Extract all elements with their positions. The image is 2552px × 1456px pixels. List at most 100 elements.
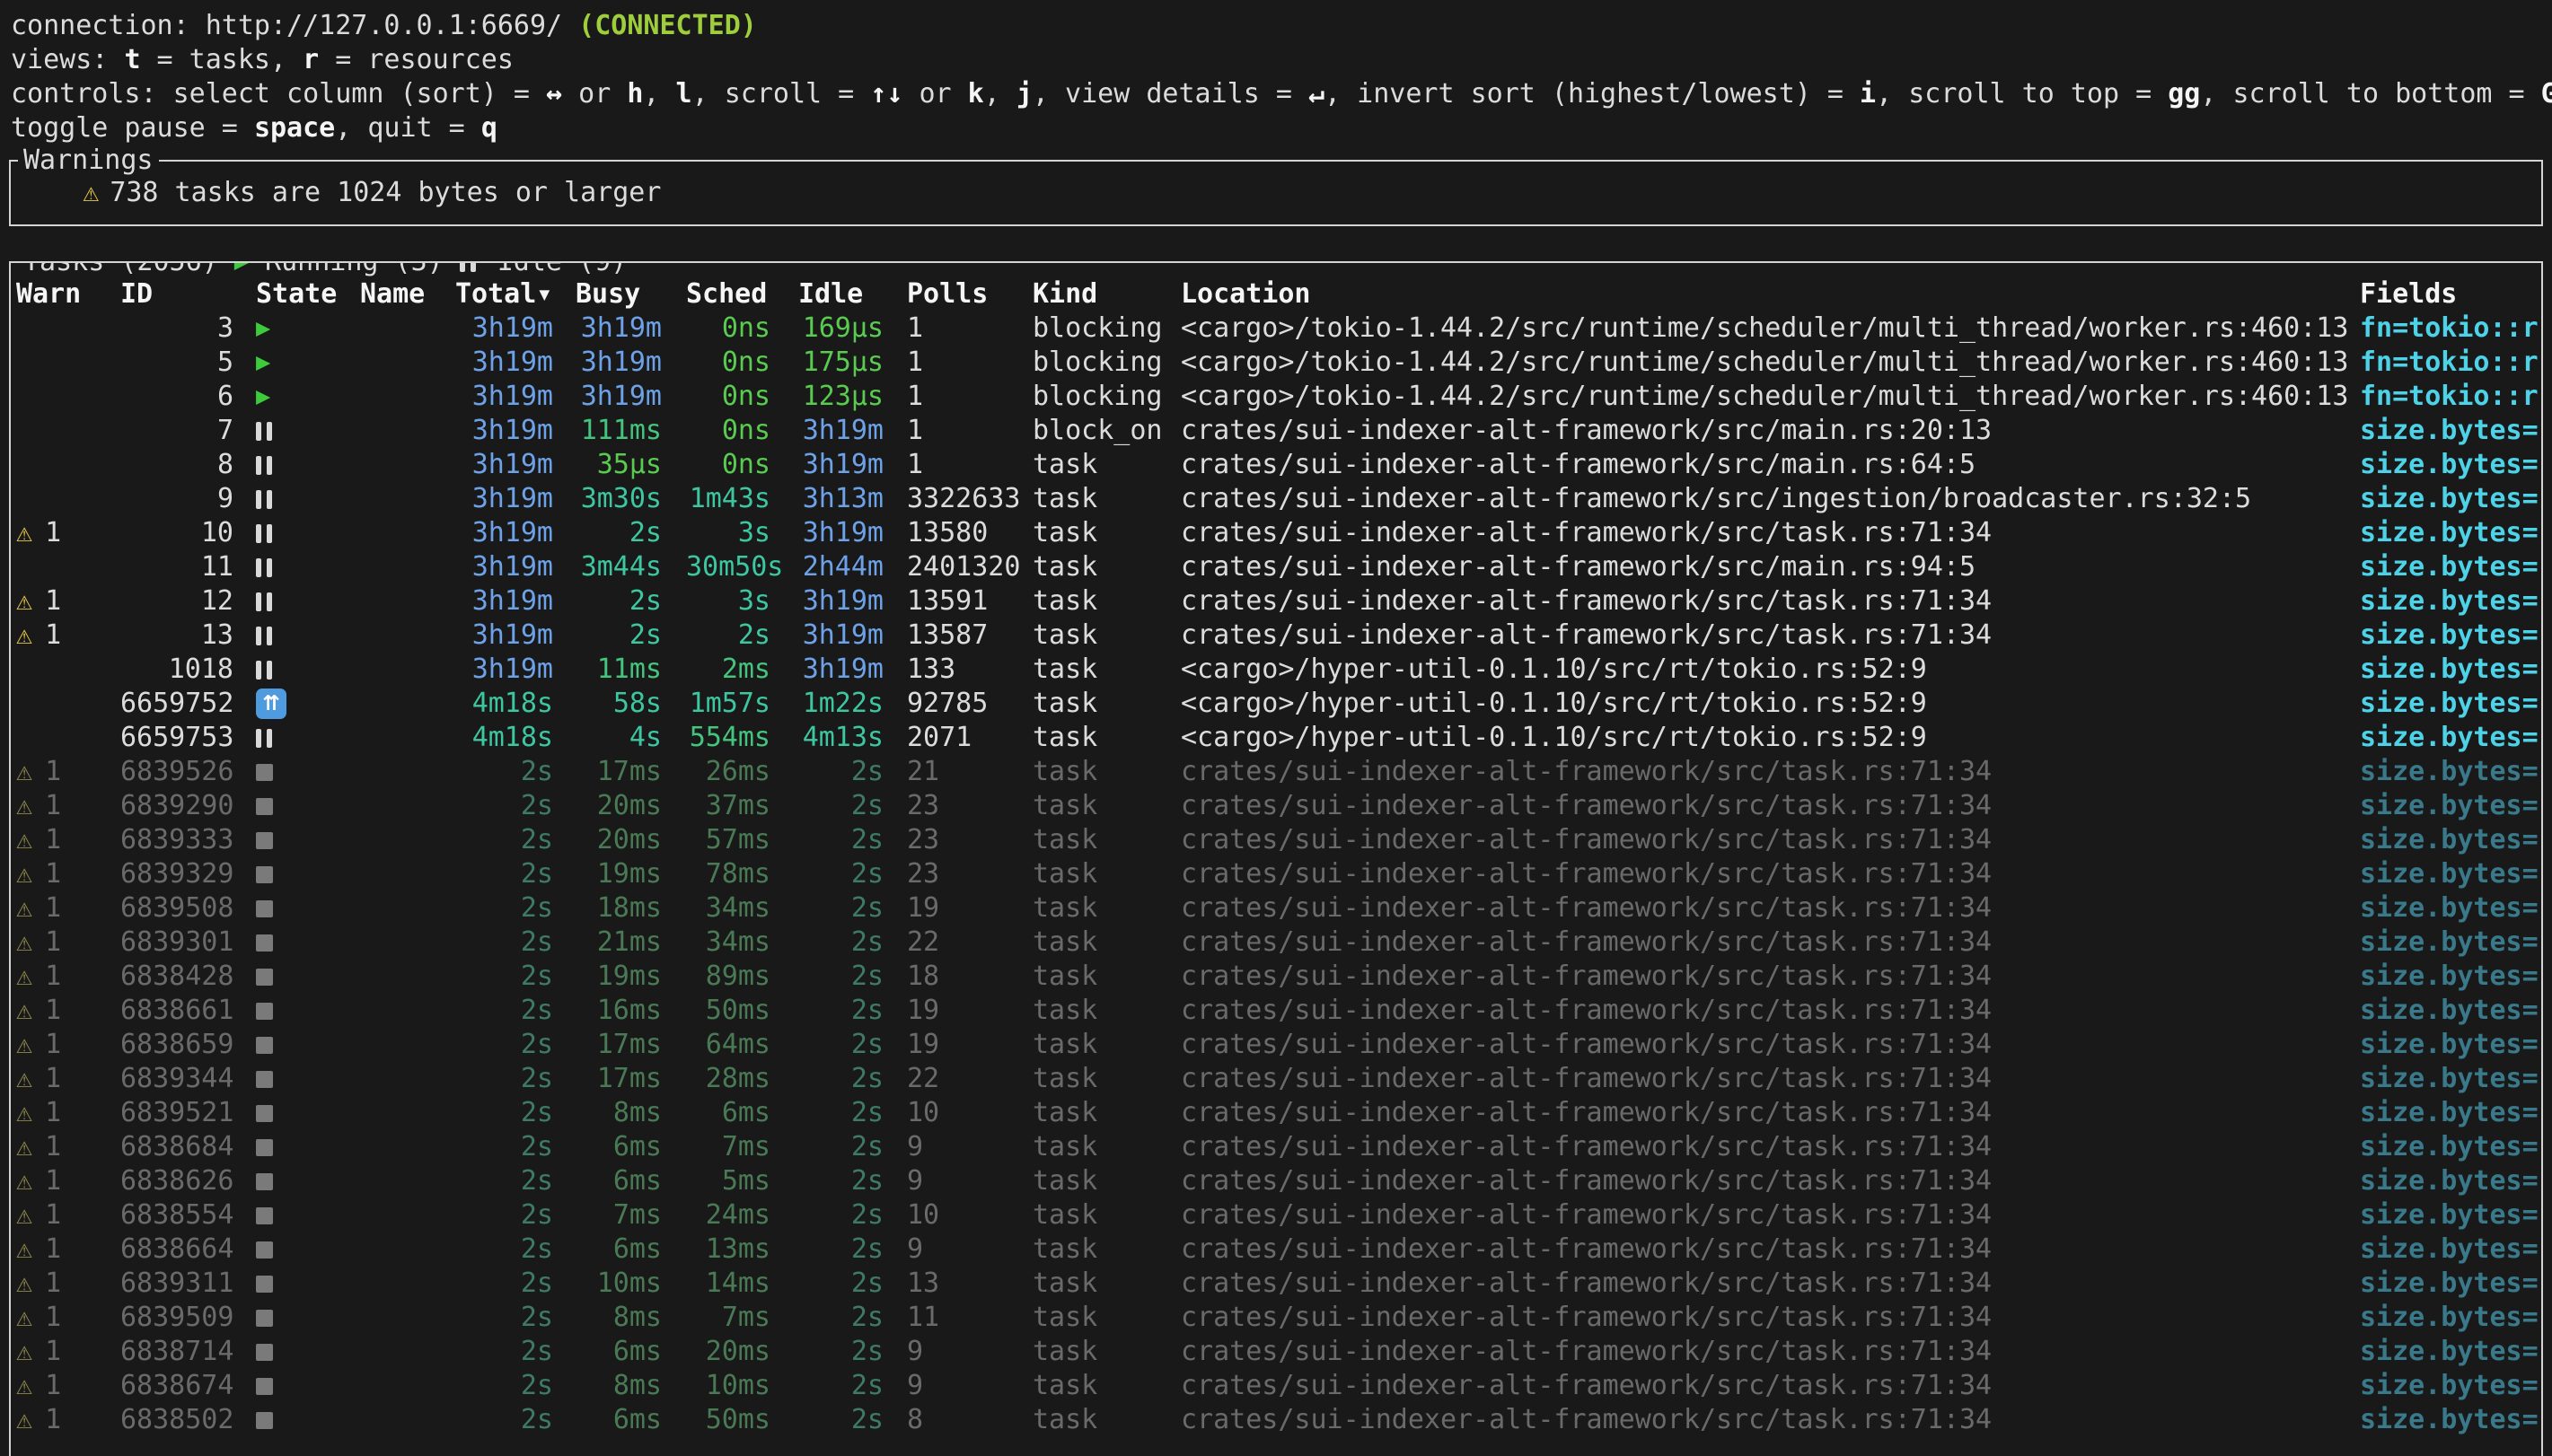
cell-total: 3h19m bbox=[455, 311, 576, 346]
cell-total: 2s bbox=[455, 1096, 576, 1130]
cell-location: crates/sui-indexer-alt-framework/src/tas… bbox=[1181, 1130, 2360, 1164]
column-header-total[interactable]: Total▾ bbox=[455, 277, 576, 311]
table-row[interactable]: ⚠168393442s17ms28ms2s22taskcrates/sui-in… bbox=[11, 1062, 2541, 1096]
cell-state bbox=[256, 1198, 360, 1232]
table-row[interactable]: 6▶3h19m3h19m0ns123µs1blocking<cargo>/tok… bbox=[11, 380, 2541, 414]
cell-idle: 2s bbox=[798, 1335, 907, 1369]
cell-location: crates/sui-indexer-alt-framework/src/tas… bbox=[1181, 1335, 2360, 1369]
cell-warn bbox=[16, 482, 120, 516]
cell-total: 2s bbox=[455, 1232, 576, 1267]
column-header-state[interactable]: State bbox=[256, 277, 360, 311]
table-row[interactable]: ⚠168395262s17ms26ms2s21taskcrates/sui-in… bbox=[11, 755, 2541, 789]
tasks-panel-title: Tasks (2056) ▶ Running (3) Idle (9) bbox=[18, 261, 632, 279]
cell-busy: 2s bbox=[576, 516, 686, 550]
table-row[interactable]: ⚠168392902s20ms37ms2s23taskcrates/sui-in… bbox=[11, 789, 2541, 823]
table-row[interactable]: ⚠168385022s6ms50ms2s8taskcrates/sui-inde… bbox=[11, 1403, 2541, 1437]
cell-kind: task bbox=[1033, 687, 1181, 721]
warning-icon: ⚠ bbox=[16, 517, 32, 548]
column-header-name[interactable]: Name bbox=[360, 277, 455, 311]
table-row[interactable]: 5▶3h19m3h19m0ns175µs1blocking<cargo>/tok… bbox=[11, 346, 2541, 380]
cell-name bbox=[360, 1267, 455, 1301]
cell-location: crates/sui-indexer-alt-framework/src/tas… bbox=[1181, 1369, 2360, 1403]
cell-warn: ⚠1 bbox=[16, 1301, 120, 1335]
warning-icon: ⚠ bbox=[16, 1336, 32, 1367]
cell-sched: 50ms bbox=[686, 994, 798, 1028]
table-row[interactable]: ⚠168395212s8ms6ms2s10taskcrates/sui-inde… bbox=[11, 1096, 2541, 1130]
table-row[interactable]: 113h19m3m44s30m50s2h44m2401320taskcrates… bbox=[11, 550, 2541, 584]
table-row[interactable]: ⚠168393012s21ms34ms2s22taskcrates/sui-in… bbox=[11, 925, 2541, 960]
table-row[interactable]: ⚠168387142s6ms20ms2s9taskcrates/sui-inde… bbox=[11, 1335, 2541, 1369]
cell-busy: 35µs bbox=[576, 448, 686, 482]
table-row[interactable]: ⚠168386842s6ms7ms2s9taskcrates/sui-index… bbox=[11, 1130, 2541, 1164]
cell-id: 6839290 bbox=[120, 789, 256, 823]
table-row[interactable]: ⚠168395082s18ms34ms2s19taskcrates/sui-in… bbox=[11, 891, 2541, 925]
cell-id: 5 bbox=[120, 346, 256, 380]
column-header-id[interactable]: ID bbox=[120, 277, 256, 311]
table-row[interactable]: ⚠1123h19m2s3s3h19m13591taskcrates/sui-in… bbox=[11, 584, 2541, 618]
table-row[interactable]: ⚠168393292s19ms78ms2s23taskcrates/sui-in… bbox=[11, 857, 2541, 891]
cell-warn: ⚠1 bbox=[16, 891, 120, 925]
cell-idle: 3h19m bbox=[798, 653, 907, 687]
column-header-busy[interactable]: Busy bbox=[576, 277, 686, 311]
cell-busy: 6ms bbox=[576, 1232, 686, 1267]
column-header-fields[interactable]: Fields bbox=[2360, 277, 2541, 311]
table-row[interactable]: ⚠168386612s16ms50ms2s19taskcrates/sui-in… bbox=[11, 994, 2541, 1028]
table-row[interactable]: 93h19m3m30s1m43s3h13m3322633taskcrates/s… bbox=[11, 482, 2541, 516]
table-row[interactable]: ⚠1133h19m2s2s3h19m13587taskcrates/sui-in… bbox=[11, 618, 2541, 653]
table-row[interactable]: ⚠168386592s17ms64ms2s19taskcrates/sui-in… bbox=[11, 1028, 2541, 1062]
cell-fields: size.bytes= bbox=[2360, 516, 2541, 550]
help-text-segment: , scroll to bottom = bbox=[2200, 78, 2540, 110]
column-header-location[interactable]: Location bbox=[1181, 277, 2360, 311]
table-row[interactable]: ⚠1103h19m2s3s3h19m13580taskcrates/sui-in… bbox=[11, 516, 2541, 550]
warnings-panel: Warnings ⚠738 tasks are 1024 bytes or la… bbox=[9, 160, 2543, 226]
warning-text: 738 tasks are 1024 bytes or larger bbox=[110, 177, 661, 208]
cell-id: 6838554 bbox=[120, 1198, 256, 1232]
cell-id: 7 bbox=[120, 414, 256, 448]
cell-location: crates/sui-indexer-alt-framework/src/mai… bbox=[1181, 550, 2360, 584]
cell-kind: task bbox=[1033, 1232, 1181, 1267]
cell-name bbox=[360, 1301, 455, 1335]
cell-busy: 3m44s bbox=[576, 550, 686, 584]
table-row[interactable]: ⚠168386262s6ms5ms2s9taskcrates/sui-index… bbox=[11, 1164, 2541, 1198]
table-row[interactable]: ⚠168386742s8ms10ms2s9taskcrates/sui-inde… bbox=[11, 1369, 2541, 1403]
column-header-polls[interactable]: Polls bbox=[907, 277, 1033, 311]
cell-polls: 3322633 bbox=[907, 482, 1033, 516]
column-header-warn[interactable]: Warn bbox=[16, 277, 120, 311]
table-row[interactable]: ⚠168386642s6ms13ms2s9taskcrates/sui-inde… bbox=[11, 1232, 2541, 1267]
help-text-segment: space bbox=[254, 112, 335, 144]
cell-warn: ⚠1 bbox=[16, 1164, 120, 1198]
column-header-idle[interactable]: Idle bbox=[798, 277, 907, 311]
table-row[interactable]: 66597534m18s4s554ms4m13s2071task<cargo>/… bbox=[11, 721, 2541, 755]
cell-location: crates/sui-indexer-alt-framework/src/tas… bbox=[1181, 994, 2360, 1028]
column-header-sched[interactable]: Sched bbox=[686, 277, 798, 311]
warning-count: 1 bbox=[45, 1165, 61, 1197]
cell-kind: task bbox=[1033, 482, 1181, 516]
pause-icon bbox=[256, 490, 277, 509]
cell-kind: task bbox=[1033, 721, 1181, 755]
table-row[interactable]: ⚠168393332s20ms57ms2s23taskcrates/sui-in… bbox=[11, 823, 2541, 857]
column-header-kind[interactable]: Kind bbox=[1033, 277, 1181, 311]
cell-state: ▶ bbox=[256, 311, 360, 346]
help-text-segment: ↵ bbox=[1308, 78, 1324, 110]
table-row[interactable]: 83h19m35µs0ns3h19m1taskcrates/sui-indexe… bbox=[11, 448, 2541, 482]
table-row[interactable]: ⚠168385542s7ms24ms2s10taskcrates/sui-ind… bbox=[11, 1198, 2541, 1232]
table-row[interactable]: 6659752⇈4m18s58s1m57s1m22s92785task<carg… bbox=[11, 687, 2541, 721]
cell-busy: 7ms bbox=[576, 1198, 686, 1232]
cell-state bbox=[256, 516, 360, 550]
cell-idle: 2s bbox=[798, 823, 907, 857]
cell-total: 2s bbox=[455, 755, 576, 789]
idle-count-label: Idle (9) bbox=[497, 261, 628, 279]
table-row[interactable]: ⚠168384282s19ms89ms2s18taskcrates/sui-in… bbox=[11, 960, 2541, 994]
warning-count: 1 bbox=[45, 1404, 61, 1435]
cell-fields: size.bytes= bbox=[2360, 618, 2541, 653]
cell-location: crates/sui-indexer-alt-framework/src/mai… bbox=[1181, 448, 2360, 482]
table-row[interactable]: 10183h19m11ms2ms3h19m133task<cargo>/hype… bbox=[11, 653, 2541, 687]
table-row[interactable]: ⚠168393112s10ms14ms2s13taskcrates/sui-in… bbox=[11, 1267, 2541, 1301]
cell-sched: 0ns bbox=[686, 380, 798, 414]
warning-icon: ⚠ bbox=[16, 756, 32, 787]
table-row[interactable]: 3▶3h19m3h19m0ns169µs1blocking<cargo>/tok… bbox=[11, 311, 2541, 346]
cell-kind: task bbox=[1033, 516, 1181, 550]
table-row[interactable]: ⚠168395092s8ms7ms2s11taskcrates/sui-inde… bbox=[11, 1301, 2541, 1335]
table-row[interactable]: 73h19m111ms0ns3h19m1block_oncrates/sui-i… bbox=[11, 414, 2541, 448]
cell-warn: ⚠1 bbox=[16, 1130, 120, 1164]
